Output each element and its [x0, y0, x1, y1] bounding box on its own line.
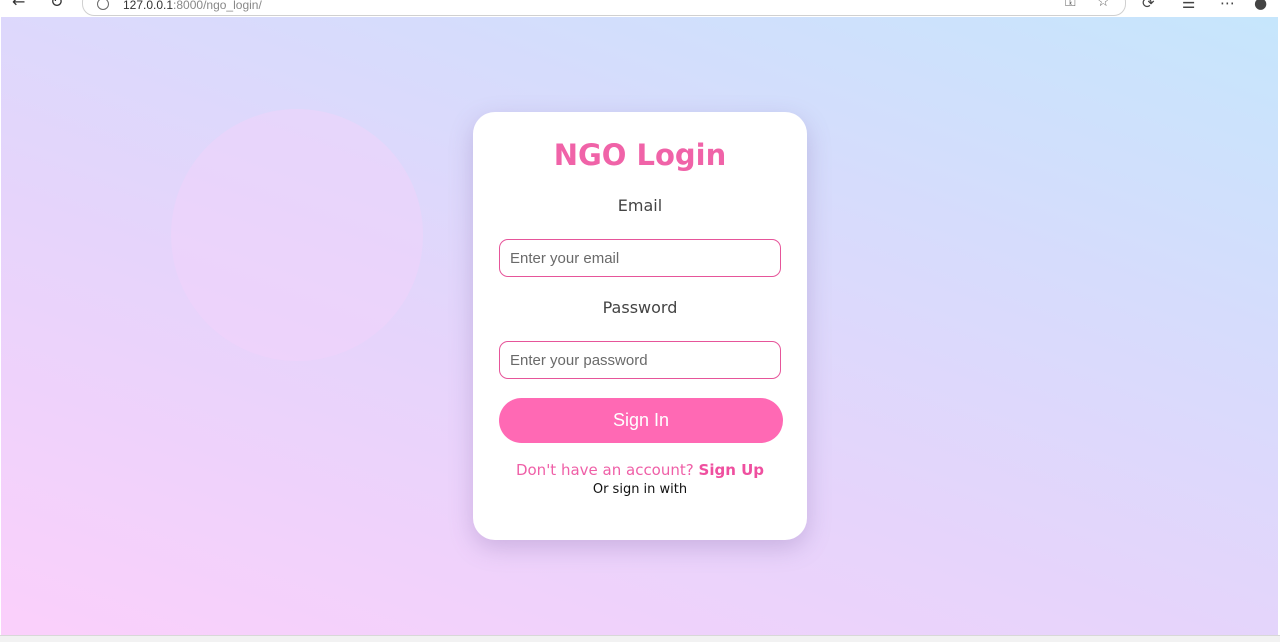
- password-field[interactable]: [499, 341, 781, 379]
- star-icon[interactable]: ☆: [1097, 0, 1110, 10]
- key-icon[interactable]: ⚿: [1065, 0, 1076, 10]
- login-card: NGO Login Email Password Sign In Don't h…: [473, 112, 807, 540]
- password-label: Password: [602, 298, 678, 317]
- site-info-icon[interactable]: [97, 0, 109, 10]
- url-host: 127.0.0.1: [123, 0, 174, 12]
- reload-icon[interactable]: ↻: [50, 0, 63, 10]
- more-options-icon[interactable]: ⋯: [1220, 0, 1235, 12]
- email-field[interactable]: [499, 239, 781, 277]
- url-text: 127.0.0.1:8000/ngo_login/: [123, 0, 262, 12]
- url-path: :8000/ngo_login/: [173, 0, 262, 12]
- page-background: NGO Login Email Password Sign In Don't h…: [1, 17, 1278, 635]
- back-arrow-icon[interactable]: ←: [12, 0, 25, 10]
- signup-prompt: Don't have an account? Sign Up: [473, 461, 807, 479]
- sign-in-button[interactable]: Sign In: [499, 398, 783, 443]
- copilot-icon[interactable]: ●: [1254, 0, 1267, 12]
- address-bar[interactable]: 127.0.0.1:8000/ngo_login/ ⚿ ☆: [82, 0, 1126, 16]
- collections-icon[interactable]: ☰: [1182, 0, 1195, 12]
- extensions-icon[interactable]: ⟳: [1142, 0, 1155, 12]
- sign-up-link[interactable]: Sign Up: [699, 461, 765, 479]
- browser-toolbar: ← ↻ 127.0.0.1:8000/ngo_login/ ⚿ ☆ ⟳ ☰ ⋯ …: [0, 0, 1280, 16]
- email-label: Email: [617, 196, 663, 215]
- decorative-bubble: [171, 109, 423, 361]
- alt-signin-text: Or sign in with: [592, 482, 688, 497]
- page-title: NGO Login: [553, 138, 727, 172]
- no-account-text: Don't have an account?: [515, 461, 694, 479]
